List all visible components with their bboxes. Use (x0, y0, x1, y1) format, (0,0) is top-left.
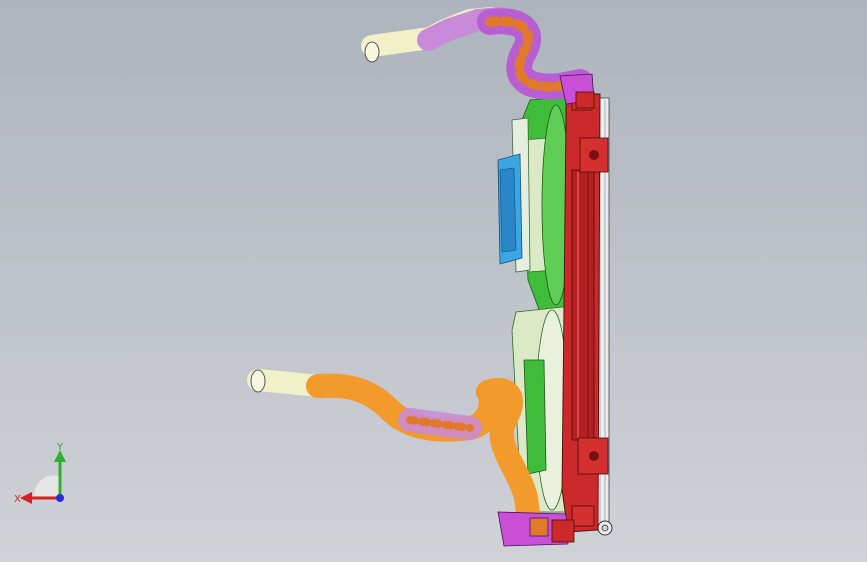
x-axis-label: X (14, 494, 21, 505)
fan-motor[interactable] (497, 153, 523, 265)
upper-hose[interactable] (361, 7, 595, 109)
y-axis-label: Y (56, 442, 64, 453)
axis-triad: Y X (14, 440, 78, 510)
cad-viewport[interactable]: Y X (0, 0, 867, 562)
z-axis-point (56, 494, 64, 502)
x-axis-arrow-head (20, 492, 32, 504)
radiator-fan-assembly-model[interactable] (0, 0, 867, 562)
triad-plane (33, 474, 61, 499)
